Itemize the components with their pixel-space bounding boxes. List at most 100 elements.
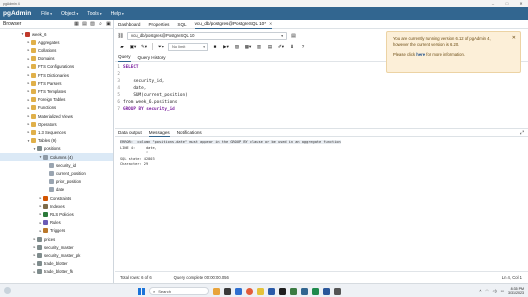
tree-item[interactable]: ▸ security_master	[0, 243, 113, 251]
close-tab-icon[interactable]: ✕	[269, 21, 272, 26]
maximize-icon[interactable]: □	[500, 1, 514, 6]
save-file-icon[interactable]: ▣▾	[129, 43, 137, 51]
menu-object[interactable]: Object▾	[61, 11, 78, 17]
tree-item[interactable]: prior_position	[0, 178, 113, 186]
update-link[interactable]: here	[416, 52, 425, 57]
volume-icon[interactable]: ◁)	[493, 289, 497, 293]
folder-icon	[31, 56, 36, 62]
execute-icon[interactable]: ▶▾	[222, 43, 230, 51]
tree-item[interactable]: ▸ Aggregates	[0, 38, 113, 46]
tab-sql[interactable]: SQL	[177, 20, 186, 29]
stop-icon[interactable]: ■	[211, 43, 219, 51]
clear-icon[interactable]: ✐▾	[277, 43, 285, 51]
tree-item[interactable]: ▸ FTS Configurations	[0, 63, 113, 71]
chrome-icon[interactable]	[246, 287, 253, 295]
close-window-icon[interactable]: ✕	[514, 1, 528, 6]
delete-icon[interactable]: ▧	[90, 21, 95, 27]
app-green-icon[interactable]	[312, 287, 319, 295]
tree-item[interactable]: ▾ Tables (9)	[0, 137, 113, 145]
tree-item[interactable]: ▾ Columns (4)	[0, 153, 113, 162]
explain-icon[interactable]: ▨	[233, 43, 241, 51]
expand-icon[interactable]: ⤢	[520, 130, 524, 136]
app-dark-icon[interactable]	[334, 287, 341, 295]
weather-widget[interactable]	[4, 287, 11, 294]
edge-icon[interactable]	[235, 287, 242, 295]
rtab-data-output[interactable]: Data output	[118, 128, 142, 137]
os-taskbar: ⌕ Search ˄ ◠ ◁) ▭ 8:35 PM 3/31/2023	[0, 283, 528, 297]
close-icon[interactable]: ✕	[512, 35, 516, 41]
taskbar-search[interactable]: ⌕ Search	[149, 287, 209, 295]
search-icon[interactable]: ⌕	[98, 21, 103, 27]
terminal-icon[interactable]: ▣	[106, 21, 111, 27]
tree-item[interactable]: ▸ Constraints	[0, 194, 113, 202]
menubar: pgAdmin File▾ Object▾ Tools▾ Help▾	[0, 7, 528, 20]
terminal-app-icon[interactable]	[224, 287, 231, 295]
tree-item[interactable]: ▸ Materialized Views	[0, 112, 113, 120]
menu-help[interactable]: Help▾	[111, 11, 124, 17]
files-icon[interactable]	[257, 287, 264, 295]
file-explorer-icon[interactable]	[213, 287, 220, 295]
tree-item[interactable]: date	[0, 186, 113, 194]
tree-item[interactable]: ▸ trade_blotter	[0, 260, 113, 268]
tree-item[interactable]: ▸ 1.3 Sequences	[0, 128, 113, 136]
tree-item[interactable]: ▸ Triggers	[0, 227, 113, 235]
menu-tools[interactable]: Tools▾	[87, 11, 101, 17]
tree-item[interactable]: ▸ Indexes	[0, 202, 113, 210]
tree-item-label: FTS Configurations	[38, 64, 75, 70]
tree-item[interactable]: ▾ positions	[0, 145, 113, 153]
excel-icon[interactable]	[290, 287, 297, 295]
tree-item[interactable]: ▸ RLS Policies	[0, 210, 113, 218]
tree-item[interactable]: security_id	[0, 161, 113, 169]
tray-chevron-icon[interactable]: ˄	[479, 289, 481, 293]
refresh-connection-icon[interactable]: ▤	[291, 33, 296, 39]
tree-item[interactable]: ▸ Foreign Tables	[0, 96, 113, 104]
word-icon[interactable]	[268, 287, 275, 295]
filter-icon[interactable]: ⏷▾	[157, 43, 165, 51]
tree-item[interactable]: ▸ trade_blotter_fk	[0, 268, 113, 276]
tree-item[interactable]: ▸ Collations	[0, 46, 113, 54]
tree-item[interactable]: ▸ FTS Templates	[0, 87, 113, 95]
help-icon[interactable]: ?	[299, 43, 307, 51]
tree-item-label: Foreign Tables	[38, 97, 66, 103]
query-tool-icon[interactable]: ▦	[74, 21, 79, 27]
commit-icon[interactable]: ▥	[255, 43, 263, 51]
outlook-icon[interactable]	[323, 287, 330, 295]
connection-select[interactable]: vcu_db/postgres@PostgreSQL 10 ▾	[127, 31, 287, 40]
tree-item[interactable]: ▾ week_6	[0, 30, 113, 38]
rtab-notifications[interactable]: Notifications	[177, 128, 202, 137]
clock[interactable]: 8:35 PM 3/31/2023	[508, 287, 524, 295]
explain-analyze-icon[interactable]: ▩▾	[244, 43, 252, 51]
tab-properties[interactable]: Properties	[148, 20, 169, 29]
rollback-icon[interactable]: ▤	[266, 43, 274, 51]
tree-item[interactable]: current_position	[0, 169, 113, 177]
subtab-query[interactable]: Query	[118, 53, 131, 62]
wifi-icon[interactable]: ◠	[485, 289, 488, 293]
weather-icon	[4, 287, 11, 294]
toast-line-2: however the current version is 6.20.	[393, 42, 460, 47]
folder-icon	[31, 97, 36, 103]
tree-item-label: Materialized Views	[38, 113, 73, 119]
edit-icon[interactable]: ✎▾	[140, 43, 148, 51]
open-file-icon[interactable]: ▰	[118, 43, 126, 51]
start-icon[interactable]	[138, 287, 145, 295]
pgadmin-taskbar-icon[interactable]	[301, 287, 308, 295]
menu-file[interactable]: File▾	[41, 11, 52, 17]
app-icon[interactable]	[279, 287, 286, 295]
subtab-query-history[interactable]: Query History	[138, 53, 166, 62]
tree-item[interactable]: ▸ Rules	[0, 219, 113, 227]
tree-item[interactable]: ▸ prices	[0, 235, 113, 243]
tab-dashboard[interactable]: Dashboard	[118, 20, 140, 29]
minimize-icon[interactable]: –	[486, 1, 500, 6]
tree-item[interactable]: ▸ security_master_pk	[0, 251, 113, 259]
battery-icon[interactable]: ▭	[501, 289, 504, 293]
tree-item[interactable]: ▸ Functions	[0, 104, 113, 112]
limit-select[interactable]: No limit ▾	[168, 42, 208, 51]
tab-query-tool[interactable]: vcu_db/postgres@PostgreSQL 10* ✕	[194, 20, 273, 29]
rtab-messages[interactable]: Messages	[148, 128, 170, 137]
properties-icon[interactable]: ▤	[82, 21, 87, 27]
tree-item[interactable]: ▸ Domains	[0, 55, 113, 63]
download-icon[interactable]: ⬇	[288, 43, 296, 51]
tree-item[interactable]: ▸ FTS Parsers	[0, 79, 113, 87]
tree-item[interactable]: ▸ FTS Dictionaries	[0, 71, 113, 79]
tree-item[interactable]: ▸ Operators	[0, 120, 113, 128]
